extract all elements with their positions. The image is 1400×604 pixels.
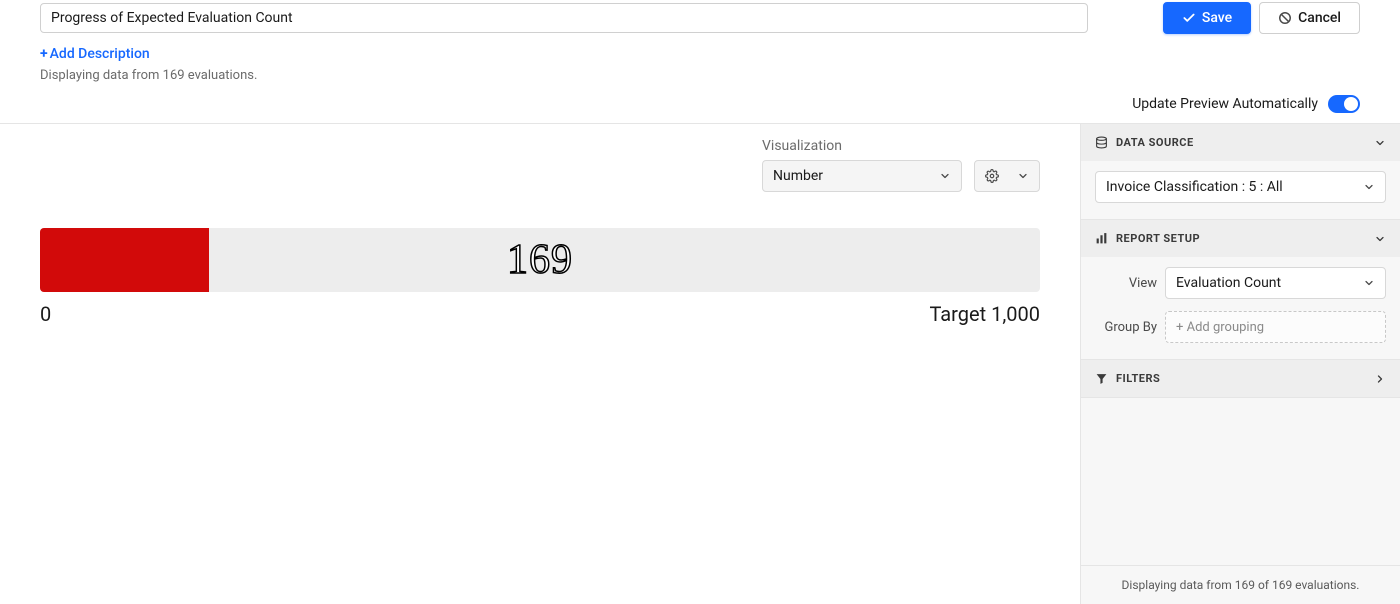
visualization-settings-button[interactable] (974, 160, 1040, 192)
filters-header[interactable]: FILTERS (1081, 360, 1400, 397)
save-button[interactable]: Save (1163, 2, 1251, 34)
cancel-icon (1278, 11, 1292, 25)
cancel-button[interactable]: Cancel (1259, 2, 1360, 34)
gear-icon (985, 169, 999, 183)
displaying-summary-top: Displaying data from 169 evaluations. (40, 68, 1360, 83)
view-label: View (1095, 276, 1157, 291)
auto-preview-label: Update Preview Automatically (1132, 96, 1318, 112)
data-source-selected: Invoice Classification : 5 : All (1106, 179, 1283, 195)
progress-value: 169 (507, 236, 573, 284)
report-title-input[interactable] (40, 3, 1088, 33)
data-source-select[interactable]: Invoice Classification : 5 : All (1095, 171, 1386, 203)
toggle-knob (1344, 97, 1358, 111)
chevron-down-icon (1374, 137, 1386, 149)
sidebar-footer-summary: Displaying data from 169 of 169 evaluati… (1081, 565, 1400, 604)
view-selected: Evaluation Count (1176, 275, 1281, 291)
visualization-selected: Number (773, 168, 823, 184)
chevron-down-icon (1363, 277, 1375, 289)
report-setup-header[interactable]: REPORT SETUP (1081, 220, 1400, 257)
add-grouping-button[interactable]: + Add grouping (1165, 311, 1386, 343)
check-icon (1182, 11, 1196, 25)
chevron-down-icon (1017, 170, 1029, 182)
data-source-title: DATA SOURCE (1116, 136, 1194, 149)
view-select[interactable]: Evaluation Count (1165, 267, 1386, 299)
add-description-label: Add Description (50, 46, 150, 62)
progress-min-label: 0 (40, 302, 51, 326)
visualization-select[interactable]: Number (762, 160, 962, 192)
chevron-right-icon (1374, 373, 1386, 385)
progress-target-label: Target 1,000 (929, 302, 1040, 326)
save-button-label: Save (1202, 10, 1232, 26)
database-icon (1095, 136, 1108, 149)
filter-icon (1095, 372, 1108, 385)
auto-preview-toggle[interactable] (1328, 95, 1360, 113)
add-grouping-placeholder: + Add grouping (1176, 320, 1264, 335)
chevron-down-icon (1363, 181, 1375, 193)
progress-chart: 169 0 Target 1,000 (40, 228, 1040, 326)
bar-chart-icon (1095, 232, 1108, 245)
group-by-label: Group By (1095, 320, 1157, 335)
data-source-header[interactable]: DATA SOURCE (1081, 124, 1400, 161)
chevron-down-icon (1374, 233, 1386, 245)
cancel-button-label: Cancel (1298, 10, 1341, 26)
progress-fill (40, 228, 209, 292)
filters-title: FILTERS (1116, 372, 1160, 385)
add-description-button[interactable]: + Add Description (40, 46, 150, 62)
progress-track: 169 (40, 228, 1040, 292)
sidebar: DATA SOURCE Invoice Classification : 5 :… (1080, 124, 1400, 604)
plus-icon: + (40, 46, 48, 62)
visualization-label: Visualization (762, 138, 962, 154)
report-setup-title: REPORT SETUP (1116, 232, 1200, 245)
chevron-down-icon (939, 170, 951, 182)
